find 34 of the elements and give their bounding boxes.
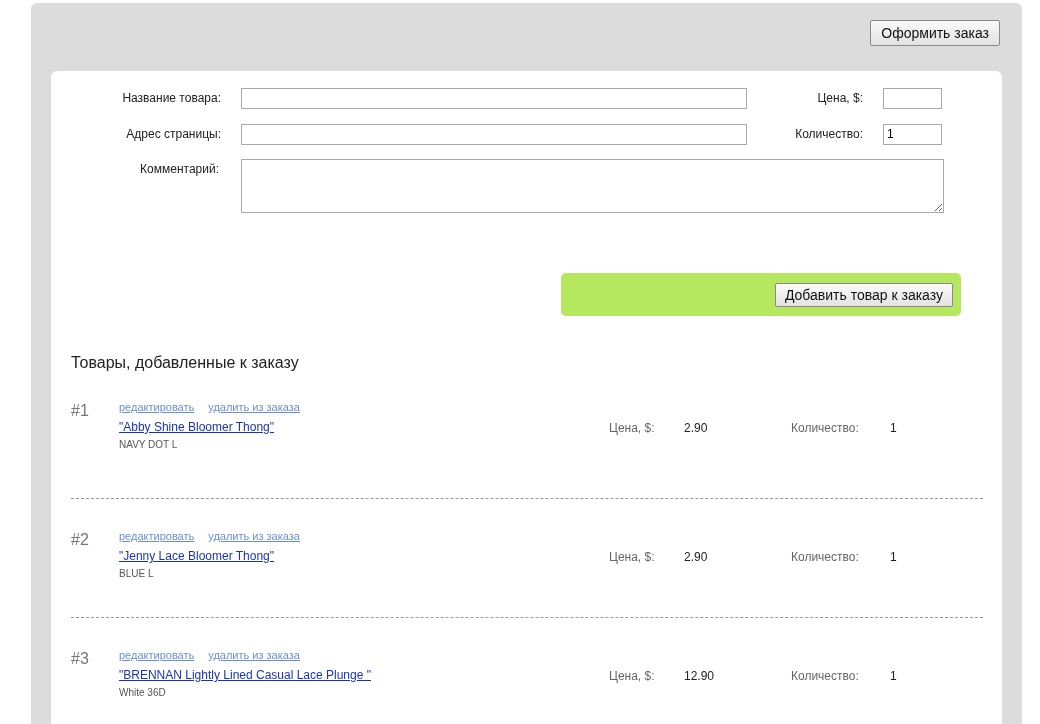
product-link[interactable]: "Abby Shine Bloomer Thong" — [119, 420, 609, 434]
product-variant: White 36D — [119, 687, 167, 698]
product-link[interactable]: "BRENNAN Lightly Lined Casual Lace Plunge " — [119, 668, 609, 682]
quantity-value: 1 — [890, 669, 897, 683]
price-value: 2.90 — [684, 421, 709, 435]
price-value: 2.90 — [684, 550, 709, 564]
quantity-label: Количество: — [791, 550, 860, 564]
field-label: Цена, $: — [816, 91, 864, 105]
quantity-value: 1 — [890, 550, 897, 564]
comment-field[interactable] — [241, 159, 944, 213]
quantity-value: 1 — [890, 421, 897, 435]
product-link[interactable]: "Jenny Lace Bloomer Thong" — [119, 549, 609, 563]
item-number: #2 — [71, 530, 90, 549]
item-number: #3 — [71, 649, 90, 668]
input-field[interactable] — [883, 87, 942, 109]
price-label: Цена, $: — [609, 669, 656, 683]
field-label: Количество: — [794, 127, 864, 141]
add-button[interactable]: Добавить товар к заказу — [774, 282, 953, 307]
field-label: Адрес страницы: — [125, 127, 222, 141]
field-label: Комментарий: — [139, 161, 220, 176]
quantity-label: Количество: — [791, 669, 860, 683]
section-title: Товары, добавленные к заказу — [71, 354, 300, 372]
price-value: 12.90 — [684, 669, 716, 683]
price-label: Цена, $: — [609, 421, 656, 435]
input-field[interactable] — [241, 123, 747, 145]
product-variant: BLUE L — [119, 568, 155, 579]
product-variant: NAVY DOT L — [119, 439, 179, 450]
price-label: Цена, $: — [609, 550, 656, 564]
field-label: Название товара: — [121, 91, 222, 105]
input-field[interactable] — [241, 87, 747, 109]
input-field[interactable]: 1 — [883, 123, 942, 145]
checkout-button[interactable]: Оформить заказ — [870, 20, 1000, 46]
quantity-label: Количество: — [791, 421, 860, 435]
item-number: #1 — [71, 401, 90, 420]
